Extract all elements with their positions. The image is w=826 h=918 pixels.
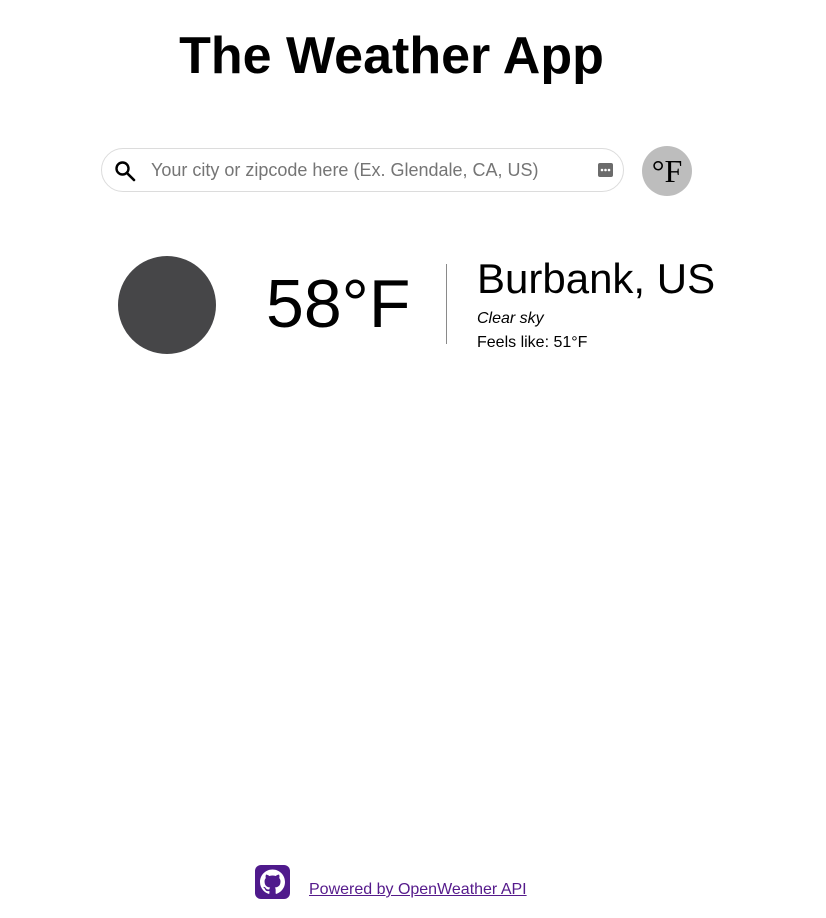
autofill-icon[interactable] xyxy=(598,163,613,177)
current-temperature: 58°F xyxy=(266,266,411,342)
search-input[interactable] xyxy=(151,157,581,183)
feels-like-temperature: Feels like: 51°F xyxy=(477,334,588,351)
weather-app-page: The Weather App °F 58°F Burbank, US Clea… xyxy=(0,0,826,918)
page-title: The Weather App xyxy=(179,27,604,85)
search-icon xyxy=(114,160,136,182)
github-icon xyxy=(260,869,285,894)
weather-condition-icon xyxy=(118,256,216,354)
openweather-api-link[interactable]: Powered by OpenWeather API xyxy=(309,880,527,900)
divider xyxy=(446,264,447,344)
search-bar[interactable] xyxy=(101,148,624,192)
location-name: Burbank, US xyxy=(477,255,716,302)
github-link[interactable] xyxy=(255,865,290,899)
unit-toggle-button[interactable]: °F xyxy=(642,146,692,196)
weather-description: Clear sky xyxy=(477,310,544,327)
